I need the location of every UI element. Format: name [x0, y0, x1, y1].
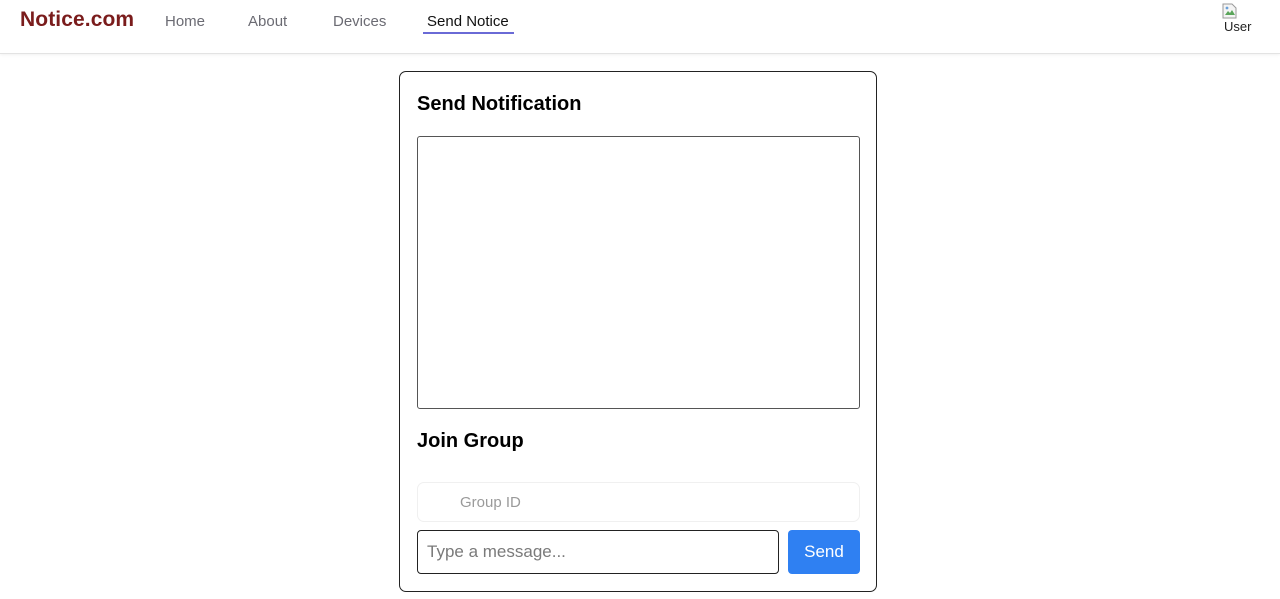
- nav-link-devices[interactable]: Devices: [333, 13, 386, 30]
- brand-logo-text[interactable]: Notice.com: [20, 8, 134, 32]
- notification-textarea[interactable]: [417, 136, 860, 409]
- send-notification-card: Send Notification Join Group Send: [399, 71, 877, 592]
- join-group-title: Join Group: [417, 430, 524, 452]
- top-navbar: Notice.com Home About Devices Send Notic…: [0, 0, 1280, 54]
- active-tab-underline: [423, 32, 514, 34]
- nav-link-send-notice[interactable]: Send Notice: [427, 13, 509, 30]
- send-button[interactable]: Send: [788, 530, 860, 574]
- nav-link-home[interactable]: Home: [165, 13, 205, 30]
- broken-image-icon: [1222, 3, 1237, 19]
- message-input[interactable]: [417, 530, 779, 574]
- group-id-input[interactable]: [417, 482, 860, 522]
- send-notification-title: Send Notification: [417, 93, 582, 115]
- user-avatar[interactable]: User: [1222, 3, 1256, 37]
- avatar-alt-text: User: [1224, 19, 1252, 34]
- nav-link-about[interactable]: About: [248, 13, 287, 30]
